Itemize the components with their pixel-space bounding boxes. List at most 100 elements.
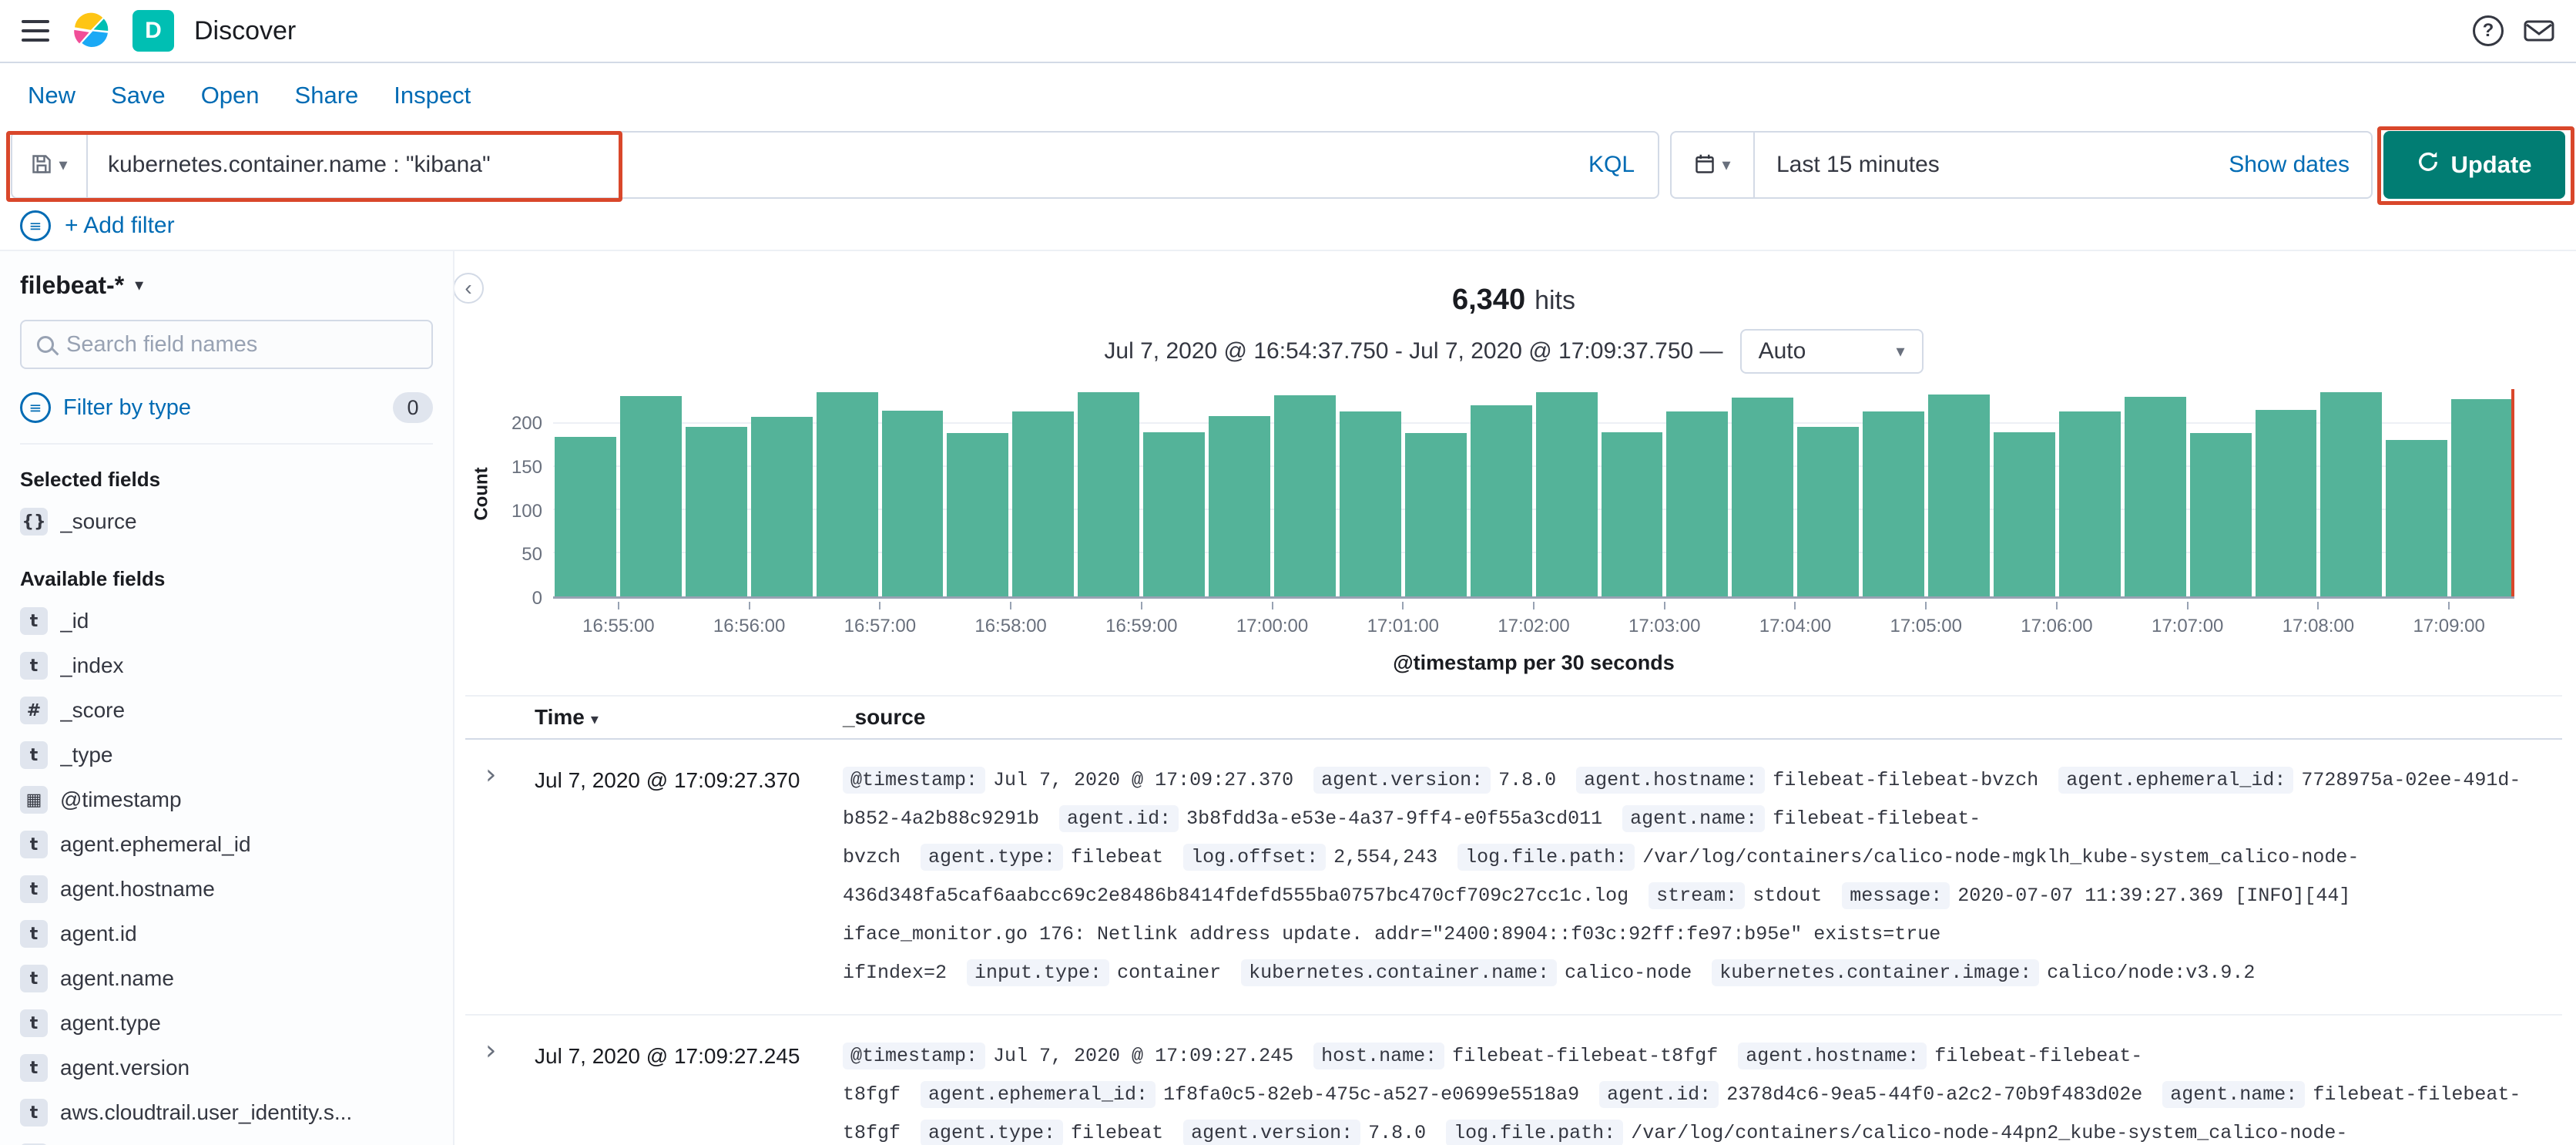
field-item-agent.name[interactable]: t agent.name [20,956,433,1001]
query-bar: ▾ KQL [11,131,1659,199]
filter-by-type[interactable]: ≡ Filter by type 0 [20,392,433,445]
histogram-bar[interactable] [1863,411,1925,596]
histogram-bar[interactable] [1535,392,1598,596]
field-item-@timestamp[interactable]: ▦ @timestamp [20,777,433,822]
field-name: agent.name [60,966,174,990]
y-axis: 0 50 100 150 200 [499,389,553,609]
fields-sidebar: filebeat-* ▾ ≡ Filter by type 0 Selected… [0,251,454,1145]
histogram-bar[interactable] [947,433,1009,596]
show-dates-link[interactable]: Show dates [2229,152,2371,178]
histogram-bar[interactable] [1732,398,1794,596]
histogram-bar[interactable] [816,392,878,596]
field-item-agent.id[interactable]: t agent.id [20,912,433,956]
field-name: _source [60,509,137,533]
time-column-header[interactable]: Time ▾ [535,705,843,730]
histogram-bar[interactable] [555,436,616,596]
histogram-bar[interactable] [619,395,682,596]
histogram-bar[interactable] [2386,440,2448,596]
menu-icon[interactable] [22,20,49,42]
histogram-bar[interactable] [1470,405,1532,596]
field-item-azure.auditlogs.properties.ac...[interactable]: tazure.auditlogs.properties.ac... [20,1135,433,1145]
newsfeed-icon[interactable] [2524,18,2554,43]
y-tick-label: 150 [511,457,542,478]
histogram-bar[interactable] [750,416,813,596]
field-chip: agent.name: [1622,805,1766,832]
expand-row-button[interactable]: › [485,1037,535,1145]
query-row: ▾ KQL ▾ Last 15 minutes Show dates [0,128,2576,202]
save-button[interactable]: Save [111,82,166,109]
histogram-bar[interactable] [1012,411,1075,596]
calendar-button[interactable]: ▾ [1672,133,1755,197]
histogram-bar[interactable] [1273,395,1336,596]
kibana-discover-page: D Discover ? New Save Open Share Inspect… [0,0,2576,1145]
x-tick-label: 17:08:00 [2253,602,2384,637]
histogram-bar[interactable] [685,427,747,596]
field-chip: log.file.path: [1446,1120,1624,1145]
open-button[interactable]: Open [201,82,260,109]
time-range-value[interactable]: Last 15 minutes [1755,152,2229,178]
add-filter-link[interactable]: + Add filter [65,213,175,239]
field-item-agent.version[interactable]: t agent.version [20,1046,433,1090]
histogram-bar[interactable] [1797,427,1860,596]
field-item-aws.cloudtrail.user_identity.s...[interactable]: t aws.cloudtrail.user_identity.s... [20,1090,433,1135]
expand-row-button[interactable]: › [485,761,535,992]
histogram-bar[interactable] [1666,411,1729,596]
field-value-pair: log.offset: 2,554,243 [1183,844,1437,871]
histogram-bar[interactable] [2124,397,2186,596]
field-search-input[interactable] [66,331,416,358]
histogram-bar[interactable] [1404,433,1467,596]
share-button[interactable]: Share [295,82,359,109]
query-language-button[interactable]: KQL [1565,152,1658,178]
inspect-button[interactable]: Inspect [394,82,471,109]
histogram-chart: Count 0 50 100 150 200 [465,389,2562,609]
field-item-agent.type[interactable]: t agent.type [20,1001,433,1046]
index-pattern-select[interactable]: filebeat-* ▾ [20,271,433,300]
histogram-bar[interactable] [1601,432,1663,596]
update-button[interactable]: Update [2383,131,2565,199]
histogram-bar[interactable] [1339,411,1401,596]
histogram-bar[interactable] [1928,394,1990,596]
interval-select[interactable]: Auto ▾ [1739,329,1924,374]
histogram-bar[interactable] [1993,432,2055,596]
refresh-icon [2417,150,2440,180]
field-item-_source[interactable]: {} _source [20,499,433,544]
histogram-bar[interactable] [2320,392,2383,596]
histogram-bar[interactable] [1209,415,1270,596]
calendar-icon [1694,153,1716,177]
histogram-bar[interactable] [2255,409,2317,596]
current-time-marker [2511,389,2514,596]
histogram-bar[interactable] [2189,433,2252,596]
field-item-_score[interactable]: # _score [20,688,433,733]
help-icon[interactable]: ? [2473,15,2504,46]
histogram-bar[interactable] [2451,399,2514,596]
filter-icon[interactable]: ≡ [20,210,51,241]
space-avatar[interactable]: D [132,10,174,52]
hits-count: 6,340 [1451,284,1526,316]
field-name: _type [60,743,113,767]
field-item-_type[interactable]: t _type [20,733,433,777]
histogram-bar[interactable] [1143,432,1206,596]
field-item-_id[interactable]: t _id [20,599,433,643]
save-query-icon [31,153,52,177]
field-item-_index[interactable]: t _index [20,643,433,688]
saved-query-button[interactable]: ▾ [12,133,88,197]
field-chip: agent.ephemeral_id: [2058,767,2294,794]
field-item-agent.ephemeral_id[interactable]: t agent.ephemeral_id [20,822,433,867]
histogram-bar[interactable] [1078,392,1140,596]
table-row: › Jul 7, 2020 @ 17:09:27.370 @timestamp: Ju… [465,740,2562,1016]
field-value-pair: kubernetes.container.name: calico-node [1241,959,1692,986]
text-field-icon: t [20,965,48,992]
field-value-pair: agent.type: filebeat [921,844,1163,871]
field-item-agent.hostname[interactable]: t agent.hostname [20,867,433,912]
field-chip: agent.id: [1059,805,1179,832]
field-name: _index [60,653,124,677]
elastic-logo[interactable] [69,9,112,52]
field-chip: agent.hostname: [1576,767,1766,794]
field-chip: @timestamp: [843,1043,986,1069]
query-input[interactable] [88,152,1565,178]
field-chip: input.type: [967,959,1110,986]
new-button[interactable]: New [28,82,75,109]
histogram-bar[interactable] [2058,411,2121,596]
histogram-bar[interactable] [881,411,944,596]
x-tick-label: 17:02:00 [1468,602,1599,637]
